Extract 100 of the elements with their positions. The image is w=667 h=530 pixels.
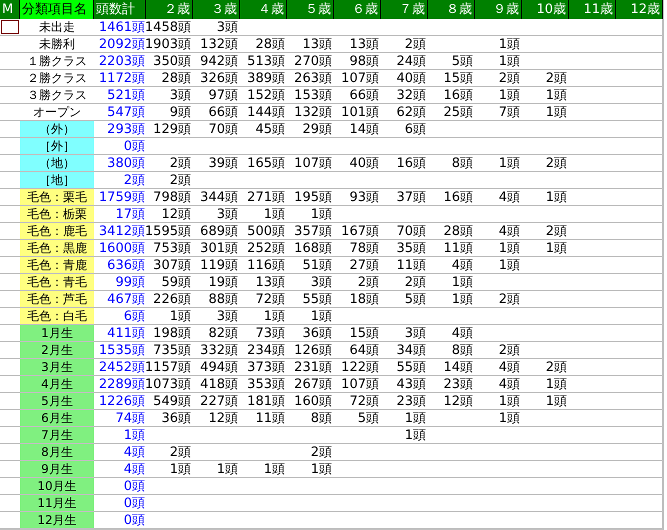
table-cell-text: 14頭: [348, 121, 380, 137]
column-header[interactable]: 12歳: [616, 0, 663, 19]
table-cell-text: 270頭: [293, 53, 333, 69]
table-cell-text: 2頭: [498, 342, 521, 358]
table-cell-text: 2頭: [498, 291, 521, 307]
table-cell-text: 198頭: [152, 325, 192, 341]
table-cell-text: 1頭: [310, 461, 333, 477]
column-header[interactable]: 分類項目名: [20, 0, 94, 19]
table-cell-text: 1頭: [310, 206, 333, 222]
table-cell-text: 101頭: [340, 104, 380, 120]
table-cell-text: 168頭: [293, 240, 333, 256]
column-header[interactable]: ５歳: [287, 0, 334, 19]
total-cell-text: 411頭: [106, 325, 146, 341]
row-label: 4月生: [20, 376, 94, 392]
table-cell-text: 1頭: [544, 240, 568, 256]
table-cell-text: 1頭: [498, 240, 521, 256]
total-cell-text: 4頭: [122, 461, 146, 477]
table-cell-text: 1903頭: [146, 36, 192, 52]
table-cell-text: 301頭: [199, 240, 239, 256]
table-cell-text: 1頭: [168, 308, 192, 324]
table-cell-text: 1頭: [310, 308, 333, 324]
table-cell-text: 8頭: [450, 155, 474, 171]
total-cell-text: 74頭: [114, 410, 146, 426]
table-cell-text: 78頭: [348, 240, 380, 256]
table-cell-text: 27頭: [348, 257, 380, 273]
table-cell-text: 11頭: [254, 410, 286, 426]
column-header[interactable]: 10歳: [522, 0, 569, 19]
column-header[interactable]: ３歳: [193, 0, 240, 19]
table-cell-text: 226頭: [152, 291, 192, 307]
table-cell-text: 1頭: [544, 376, 568, 392]
row-label: 6月生: [20, 410, 94, 426]
table-cell-text: 40頭: [395, 70, 427, 86]
table-cell-text: 798頭: [152, 189, 192, 205]
table-cell-text: 15頭: [442, 70, 474, 86]
row-label: 7月生: [20, 427, 94, 443]
column-header[interactable]: ４歳: [240, 0, 287, 19]
row-label: 毛色：青鹿: [20, 257, 94, 273]
column-header[interactable]: ９歳: [475, 0, 522, 19]
total-cell-text: 3412頭: [98, 223, 146, 239]
row-label: 毛色：黒鹿: [20, 240, 94, 256]
table-cell-text: 4頭: [498, 189, 521, 205]
table-cell-text: 29頭: [301, 121, 333, 137]
total-cell-text: 2頭: [122, 172, 146, 188]
total-cell-text: 0頭: [122, 138, 146, 154]
table-cell-text: 132頭: [293, 104, 333, 120]
table-cell-text: 389頭: [246, 70, 286, 86]
table-cell-text: 1頭: [544, 189, 568, 205]
table-cell-text: 227頭: [199, 393, 239, 409]
table-cell-text: 19頭: [207, 274, 239, 290]
table-cell-text: 1頭: [498, 87, 521, 103]
total-cell-text: 1535頭: [98, 342, 146, 358]
table-cell-text: 98頭: [348, 53, 380, 69]
table-cell-text: 3頭: [168, 87, 192, 103]
total-cell-text: 467頭: [106, 291, 146, 307]
column-header[interactable]: ６歳: [334, 0, 381, 19]
table-cell-text: 418頭: [199, 376, 239, 392]
table-cell-text: 1頭: [450, 291, 474, 307]
table-cell-text: 129頭: [152, 121, 192, 137]
table-cell-text: 66頭: [348, 87, 380, 103]
table-cell-text: 5頭: [404, 291, 427, 307]
table-cell-text: 332頭: [199, 342, 239, 358]
column-header[interactable]: 頭数計: [94, 0, 146, 19]
total-cell-text: 293頭: [106, 121, 146, 137]
table-cell-text: 132頭: [199, 36, 239, 52]
table-cell-text: 32頭: [395, 87, 427, 103]
table-cell-text: 144頭: [246, 104, 286, 120]
row-label: 2月生: [20, 342, 94, 358]
table-cell-text: 40頭: [348, 155, 380, 171]
table-cell-text: 1頭: [404, 410, 427, 426]
table-cell-text: 9頭: [168, 104, 192, 120]
table-cell-text: 16頭: [442, 189, 474, 205]
table-cell-text: 37頭: [395, 189, 427, 205]
table-cell-text: 753頭: [152, 240, 192, 256]
table-cell-text: 13頭: [348, 36, 380, 52]
column-header[interactable]: 11歳: [569, 0, 616, 19]
column-header[interactable]: ２歳: [146, 0, 193, 19]
table-cell-text: 1頭: [498, 393, 521, 409]
table-cell-text: 12頭: [160, 206, 192, 222]
row-label: 毛色：栗毛: [20, 189, 94, 205]
table-cell-text: 1頭: [498, 410, 521, 426]
table-cell-text: 494頭: [199, 359, 239, 375]
table-cell-text: 1頭: [498, 53, 521, 69]
row-label: 1月生: [20, 325, 94, 341]
column-header[interactable]: ７歳: [381, 0, 428, 19]
total-cell-text: 636頭: [106, 257, 146, 273]
total-cell-text: 1600頭: [98, 240, 146, 256]
table-cell-text: 2頭: [498, 70, 521, 86]
table-cell-text: 107頭: [340, 376, 380, 392]
column-header[interactable]: ８歳: [428, 0, 475, 19]
table-cell-text: 55頭: [301, 291, 333, 307]
table-cell-text: 500頭: [246, 223, 286, 239]
table-cell-text: 153頭: [293, 87, 333, 103]
table-cell-text: 252頭: [246, 240, 286, 256]
row-label: 12月生: [20, 512, 94, 528]
table-cell-text: 107頭: [293, 155, 333, 171]
table-cell-text: 2頭: [168, 155, 192, 171]
table-cell-text: 62頭: [395, 104, 427, 120]
row-label: 8月生: [20, 444, 94, 460]
row-marker[interactable]: [1, 20, 19, 34]
table-cell-text: 1458頭: [146, 19, 192, 35]
